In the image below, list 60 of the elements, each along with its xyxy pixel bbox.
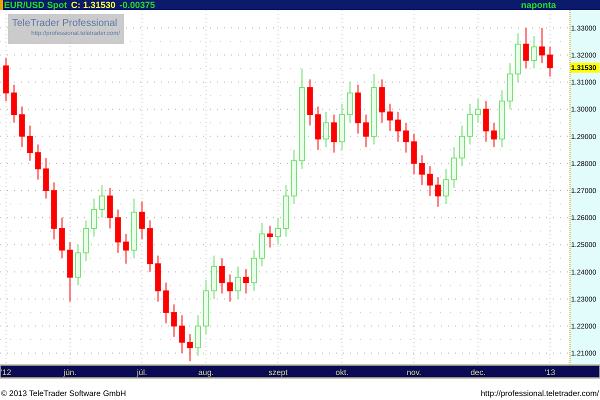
time-axis-label: dec. xyxy=(470,368,486,377)
time-axis-label: nov. xyxy=(406,368,422,377)
candlestick xyxy=(443,168,449,205)
interval-label: naponta xyxy=(521,0,556,10)
candlestick xyxy=(267,225,273,248)
candlestick xyxy=(483,100,489,142)
candlestick xyxy=(419,154,425,186)
candlestick xyxy=(547,46,553,78)
candlestick xyxy=(451,146,457,188)
candlestick xyxy=(275,217,281,246)
candlestick xyxy=(123,233,129,264)
logo-title: TeleTrader Professional xyxy=(12,17,118,30)
candlestick xyxy=(331,114,337,154)
candlestick xyxy=(43,157,49,200)
candlestick xyxy=(427,166,433,196)
candlestick xyxy=(475,98,481,124)
candlestick xyxy=(539,27,545,64)
candlestick xyxy=(19,106,25,148)
copyright-text: © 2013 TeleTrader Software GmbH xyxy=(1,388,126,400)
candlestick xyxy=(99,184,105,218)
candlestick xyxy=(491,122,497,148)
candlestick xyxy=(387,103,393,132)
candlestick xyxy=(35,144,41,180)
candlestick xyxy=(347,82,353,124)
time-axis-label: '13 xyxy=(544,368,556,377)
candlestick xyxy=(411,133,417,175)
candlestick xyxy=(195,314,201,356)
candlestick xyxy=(219,258,225,294)
time-axis-label: aug. xyxy=(198,368,214,377)
candlestick xyxy=(179,314,185,354)
website-link[interactable]: http://professional.teletrader.com/ xyxy=(480,388,599,400)
close-price: C: 1.31530 xyxy=(71,0,116,10)
candlestick xyxy=(323,111,329,148)
candlestick xyxy=(459,124,465,167)
candlestick xyxy=(435,176,441,208)
candlestick xyxy=(27,124,33,162)
candlestick xyxy=(91,198,97,238)
candlestick xyxy=(187,334,193,362)
time-axis-label: jún. xyxy=(64,368,76,377)
candlestick xyxy=(139,200,145,240)
candlestick xyxy=(243,268,249,294)
candlestick xyxy=(11,84,17,124)
candlestick xyxy=(171,304,177,338)
candlestick xyxy=(107,187,113,229)
candlestick xyxy=(227,274,233,302)
price-change: -0.00375 xyxy=(120,0,156,10)
candlestick xyxy=(523,27,529,70)
time-axis-label: júl. xyxy=(136,368,148,377)
candlestick xyxy=(531,36,537,70)
candlestick xyxy=(363,114,369,148)
candlestick xyxy=(163,282,169,324)
candlestick xyxy=(395,111,401,142)
symbol-label: EUR/USD Spot xyxy=(4,0,67,10)
candlestick xyxy=(467,103,473,145)
candlestick xyxy=(59,217,65,259)
candlestick xyxy=(403,122,409,154)
time-axis-label: okt. xyxy=(336,368,348,377)
time-axis-label: szept xyxy=(268,368,288,377)
candlestick xyxy=(235,266,241,300)
time-axis-label: '12 xyxy=(0,368,12,377)
